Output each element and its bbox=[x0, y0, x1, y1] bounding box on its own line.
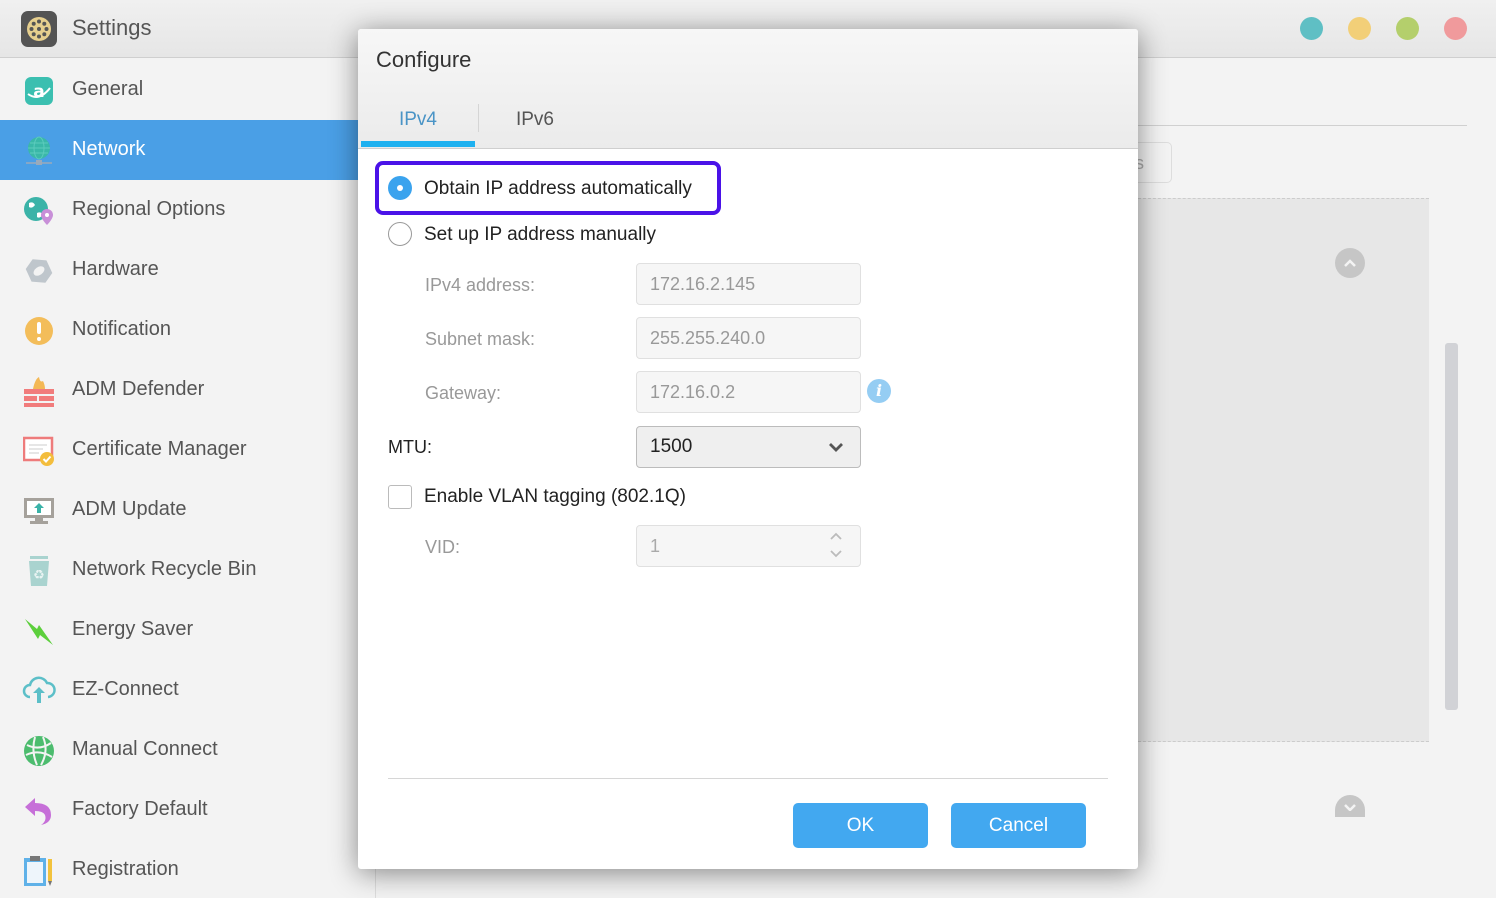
sidebar-item-notification[interactable]: Notification bbox=[0, 300, 376, 360]
collapse-up-button[interactable] bbox=[1335, 248, 1365, 278]
svg-text:a: a bbox=[33, 82, 44, 102]
sidebar-item-manual-connect[interactable]: Manual Connect bbox=[0, 720, 376, 780]
monitor-upload-icon bbox=[22, 494, 56, 528]
app-title: Settings bbox=[72, 15, 152, 40]
sidebar-item-label: General bbox=[72, 78, 144, 100]
sidebar-item-network[interactable]: Network bbox=[0, 120, 376, 180]
subnet-mask-label: Subnet mask: bbox=[425, 329, 536, 349]
sidebar-item-label: Manual Connect bbox=[72, 738, 218, 760]
vid-label: VID: bbox=[425, 537, 461, 557]
decrement-button[interactable] bbox=[828, 546, 844, 562]
expand-down-button[interactable] bbox=[1335, 795, 1365, 817]
ok-button[interactable]: OK bbox=[793, 803, 928, 848]
obtain-ip-automatically-radio[interactable] bbox=[388, 176, 412, 200]
maximize-window-button[interactable] bbox=[1396, 17, 1419, 40]
sidebar-item-label: Network Recycle Bin bbox=[72, 558, 257, 580]
close-window-button[interactable] bbox=[1444, 17, 1467, 40]
mtu-selected-value: 1500 bbox=[650, 436, 693, 457]
clipboard-pencil-icon bbox=[22, 854, 56, 888]
sidebar-item-label: Regional Options bbox=[72, 198, 226, 220]
network-globe-icon bbox=[22, 134, 56, 168]
undo-arrow-icon bbox=[22, 794, 56, 828]
configure-dialog: Configure IPv4 IPv6 Obtain IP address au… bbox=[358, 29, 1138, 869]
green-globe-icon bbox=[22, 734, 56, 768]
gateway-label: Gateway: bbox=[425, 383, 502, 403]
tab-ipv6[interactable]: IPv6 bbox=[479, 101, 591, 149]
cloud-upload-icon bbox=[22, 674, 56, 708]
gateway-input[interactable]: 172.16.0.2 bbox=[636, 371, 861, 413]
setup-ip-manually-label[interactable]: Set up IP address manually bbox=[424, 224, 656, 246]
sidebar-item-factory-default[interactable]: Factory Default bbox=[0, 780, 376, 840]
sidebar-item-network-recycle-bin[interactable]: ♻ Network Recycle Bin bbox=[0, 540, 376, 600]
ipv4-address-input[interactable]: 172.16.2.145 bbox=[636, 263, 861, 305]
chevron-down-icon bbox=[829, 443, 843, 452]
recycle-bin-icon: ♻ bbox=[22, 554, 56, 588]
chevron-down-icon bbox=[830, 550, 842, 558]
exclamation-icon bbox=[22, 314, 56, 348]
chevron-down-icon bbox=[1344, 804, 1356, 811]
cancel-button[interactable]: Cancel bbox=[951, 803, 1086, 848]
sidebar-item-energy-saver[interactable]: Energy Saver bbox=[0, 600, 376, 660]
sidebar-item-label: ADM Update bbox=[72, 498, 187, 520]
info-icon[interactable]: i bbox=[867, 379, 891, 403]
sidebar-item-regional-options[interactable]: Regional Options bbox=[0, 180, 376, 240]
chevron-up-icon bbox=[830, 532, 842, 540]
settings-app-icon bbox=[21, 11, 57, 47]
general-icon: a bbox=[22, 74, 56, 108]
sidebar-item-label: Notification bbox=[72, 318, 171, 340]
certificate-icon bbox=[22, 434, 56, 468]
dialog-title: Configure bbox=[376, 47, 472, 72]
regional-globe-pin-icon bbox=[22, 194, 56, 228]
vid-number-input[interactable]: 1 bbox=[636, 525, 861, 567]
sidebar-item-label: Network bbox=[72, 138, 146, 160]
firewall-icon bbox=[22, 374, 56, 408]
enable-vlan-label[interactable]: Enable VLAN tagging (802.1Q) bbox=[424, 486, 686, 508]
sidebar-item-label: Hardware bbox=[72, 258, 159, 280]
setup-ip-manually-radio[interactable] bbox=[388, 222, 412, 246]
sidebar-item-general[interactable]: a General bbox=[0, 60, 376, 120]
hardware-nut-icon bbox=[22, 254, 56, 288]
ipv4-address-label: IPv4 address: bbox=[425, 275, 536, 295]
dialog-header: Configure IPv4 IPv6 bbox=[358, 29, 1138, 149]
increment-button[interactable] bbox=[828, 528, 844, 544]
sidebar-item-label: Factory Default bbox=[72, 798, 208, 820]
sidebar: a General Network Regional Options Hardw… bbox=[0, 59, 376, 898]
background-scrollbar[interactable] bbox=[1445, 343, 1458, 710]
sidebar-item-hardware[interactable]: Hardware bbox=[0, 240, 376, 300]
mtu-label: MTU: bbox=[388, 437, 432, 457]
sidebar-item-registration[interactable]: Registration bbox=[0, 840, 376, 898]
active-tab-indicator bbox=[361, 141, 475, 147]
svg-text:♻: ♻ bbox=[33, 568, 45, 583]
minimize-window-button[interactable] bbox=[1348, 17, 1371, 40]
lightning-icon bbox=[22, 614, 56, 648]
background-tab-divider bbox=[1138, 125, 1467, 126]
footer-divider bbox=[388, 778, 1108, 779]
mtu-select[interactable]: 1500 bbox=[636, 426, 861, 468]
subnet-mask-input[interactable]: 255.255.240.0 bbox=[636, 317, 861, 359]
vid-value: 1 bbox=[650, 536, 661, 556]
sidebar-item-adm-update[interactable]: ADM Update bbox=[0, 480, 376, 540]
sidebar-item-adm-defender[interactable]: ADM Defender bbox=[0, 360, 376, 420]
chevron-up-icon bbox=[1344, 259, 1356, 267]
sidebar-item-label: Energy Saver bbox=[72, 618, 194, 640]
background-panel bbox=[1138, 198, 1429, 742]
obtain-ip-automatically-label[interactable]: Obtain IP address automatically bbox=[424, 178, 692, 200]
sidebar-item-ez-connect[interactable]: EZ-Connect bbox=[0, 660, 376, 720]
sidebar-item-label: EZ-Connect bbox=[72, 678, 179, 700]
sidebar-item-label: Certificate Manager bbox=[72, 438, 247, 460]
sidebar-item-certificate-manager[interactable]: Certificate Manager bbox=[0, 420, 376, 480]
help-window-button[interactable] bbox=[1300, 17, 1323, 40]
sidebar-item-label: ADM Defender bbox=[72, 378, 205, 400]
enable-vlan-checkbox[interactable] bbox=[388, 485, 412, 509]
sidebar-item-label: Registration bbox=[72, 858, 179, 880]
